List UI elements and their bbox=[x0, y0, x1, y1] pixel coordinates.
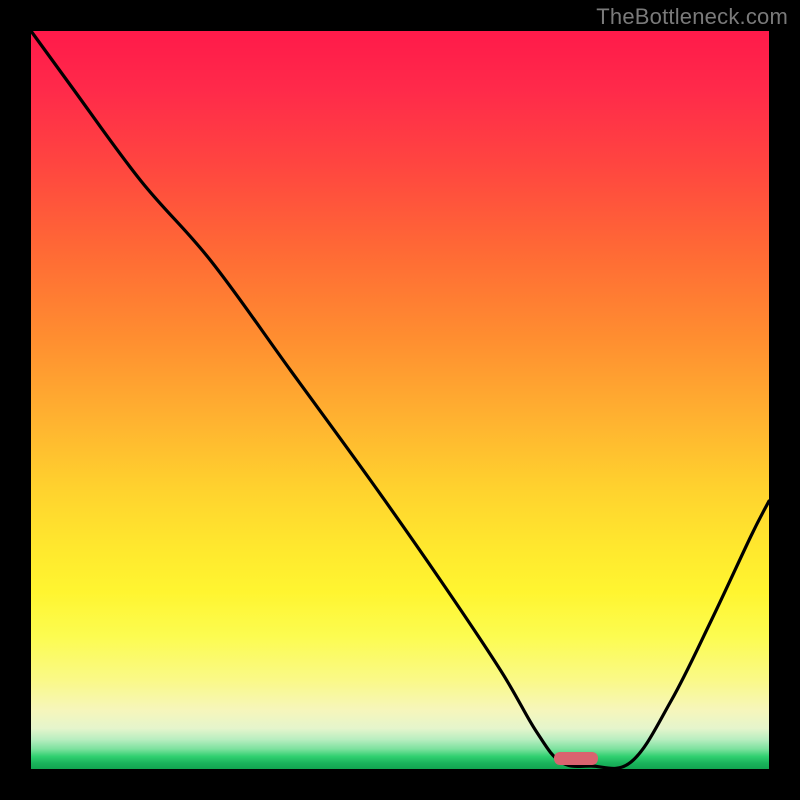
bottleneck-curve bbox=[31, 31, 769, 769]
watermark-text: TheBottleneck.com bbox=[596, 4, 788, 30]
optimum-marker bbox=[554, 752, 598, 765]
chart-frame: TheBottleneck.com bbox=[0, 0, 800, 800]
